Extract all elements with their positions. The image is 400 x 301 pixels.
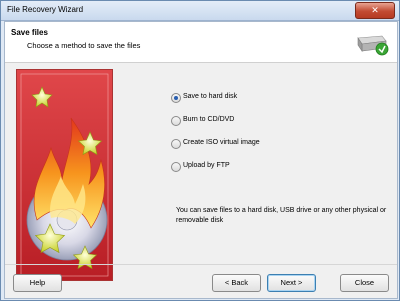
option-label: Upload by FTP (183, 162, 230, 169)
radio-burn-to-cd-dvd[interactable] (171, 116, 181, 126)
hard-drive-save-icon (355, 25, 389, 59)
radio-create-iso-image[interactable] (171, 139, 181, 149)
option-label: Create ISO virtual image (183, 139, 260, 146)
option-description: You can save files to a hard disk, USB d… (176, 207, 387, 224)
option-label: Burn to CD/DVD (183, 116, 235, 123)
wizard-body: Save files Choose a method to save the f… (4, 21, 398, 299)
page-title: Save files (11, 28, 48, 37)
back-button[interactable]: < Back (212, 274, 261, 292)
window-close-button[interactable]: ✕ (355, 2, 395, 19)
option-label: Save to hard disk (183, 93, 238, 100)
page-subtitle: Choose a method to save the files (27, 41, 141, 50)
wizard-window: File Recovery Wizard ✕ Save files Choose… (0, 0, 400, 301)
title-bar: File Recovery Wizard ✕ (1, 1, 399, 21)
radio-save-to-hard-disk[interactable] (171, 93, 181, 103)
wizard-banner-image (16, 69, 113, 281)
help-button[interactable]: Help (13, 274, 62, 292)
footer-divider (5, 264, 397, 265)
wizard-header: Save files Choose a method to save the f… (5, 22, 397, 63)
close-button[interactable]: Close (340, 274, 389, 292)
next-button[interactable]: Next > (267, 274, 316, 292)
window-title: File Recovery Wizard (7, 5, 84, 14)
radio-upload-by-ftp[interactable] (171, 162, 181, 172)
